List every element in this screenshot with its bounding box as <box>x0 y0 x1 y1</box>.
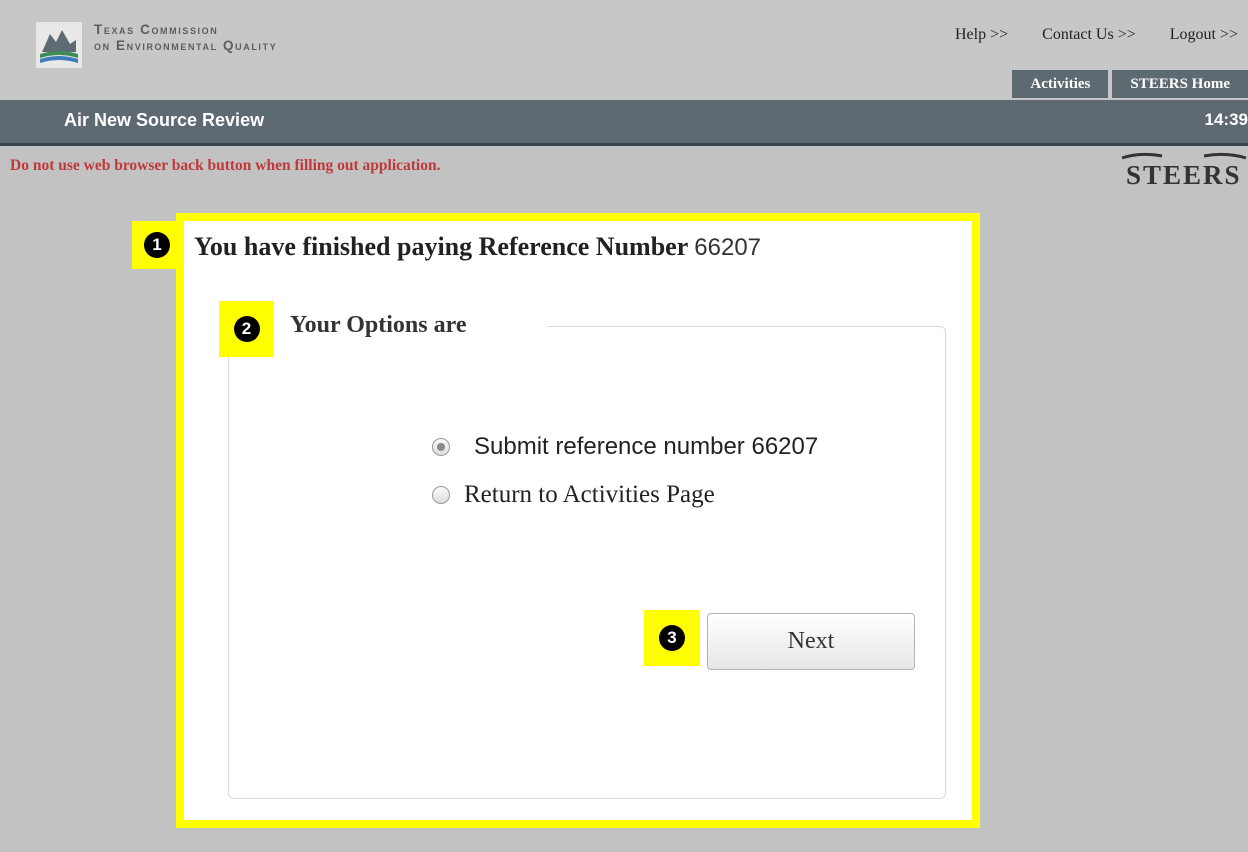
radio-selected-dot <box>437 443 445 451</box>
nav-tabs: Activities STEERS Home <box>1008 70 1248 98</box>
steers-text: STEERS <box>1126 160 1242 190</box>
organization-name: Texas Commission on Environmental Qualit… <box>94 22 277 54</box>
logout-link[interactable]: Logout >> <box>1170 26 1238 44</box>
return-option-label[interactable]: Return to Activities Page <box>464 481 715 509</box>
next-button[interactable]: Next <box>707 613 915 670</box>
back-button-warning: Do not use web browser back button when … <box>10 157 441 174</box>
submit-option-label[interactable]: Submit reference number 66207 <box>474 433 818 461</box>
top-links: Help >> Contact Us >> Logout >> <box>955 26 1238 44</box>
options-legend-text: Your Options are <box>290 312 467 338</box>
marker-1-number: 1 <box>144 232 170 258</box>
options-panel <box>228 326 946 799</box>
marker-1: 1 <box>132 221 182 269</box>
org-line-2: on Environmental Quality <box>94 38 278 53</box>
tceq-logo-icon[interactable] <box>36 22 82 68</box>
return-radio[interactable] <box>432 486 450 504</box>
tab-steers-home[interactable]: STEERS Home <box>1112 70 1248 98</box>
marker-2-number: 2 <box>233 316 260 342</box>
options-legend: Your Options are <box>272 298 548 364</box>
page-title: Air New Source Review <box>64 110 265 130</box>
reference-number: 66207 <box>694 234 762 261</box>
marker-3-number: 3 <box>659 625 685 651</box>
title-bar: Air New Source Review 14:39 <box>0 100 1248 146</box>
marker-3: 3 <box>644 610 700 666</box>
steers-logo-icon: STEERS <box>1121 152 1247 190</box>
option-submit-reference[interactable]: Submit reference number 66207 <box>432 433 818 461</box>
submit-radio[interactable] <box>432 438 450 456</box>
clock: 14:39 <box>1204 110 1248 129</box>
heading-text: You have finished paying Reference Numbe… <box>194 232 688 261</box>
site-header: Texas Commission on Environmental Qualit… <box>0 0 1248 100</box>
tab-activities[interactable]: Activities <box>1012 70 1109 98</box>
org-line-1: Texas Commission <box>94 22 219 37</box>
option-return-activities[interactable]: Return to Activities Page <box>432 481 715 509</box>
help-link[interactable]: Help >> <box>955 26 1008 44</box>
payment-finished-heading: You have finished paying Reference Numbe… <box>194 232 761 262</box>
steers-logo: STEERS <box>1120 150 1248 190</box>
marker-2: 2 <box>219 301 274 357</box>
contact-us-link[interactable]: Contact Us >> <box>1042 26 1136 44</box>
